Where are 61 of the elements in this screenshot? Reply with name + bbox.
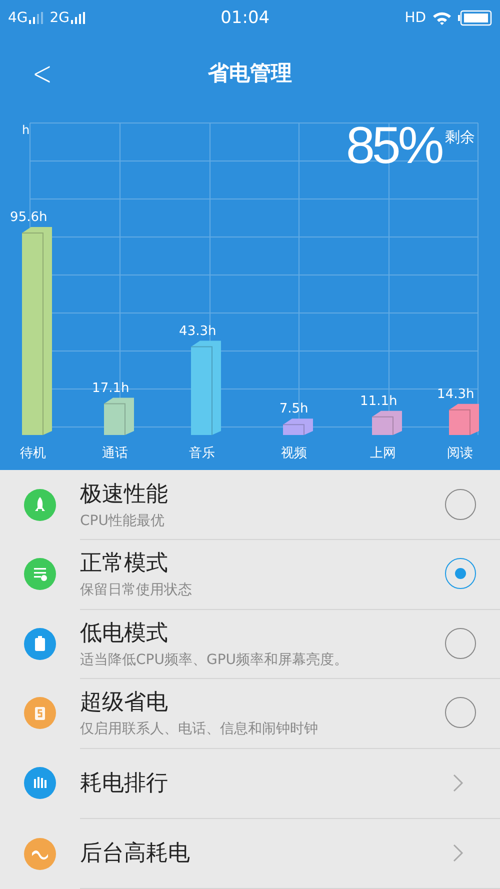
category-label: 上网 (370, 446, 396, 461)
bar-edge (282, 424, 304, 436)
option-title: 正常模式 (80, 550, 169, 578)
clock: 01:04 (220, 8, 271, 28)
option-row[interactable]: 极速性能 CPU性能最优 (0, 470, 500, 540)
category-label: 视频 (281, 446, 307, 461)
unit-label: h (208, 324, 216, 339)
checklist-icon (31, 565, 49, 584)
option-title: 极速性能 (80, 480, 169, 509)
bar-edge (104, 403, 126, 436)
option-title: 低电模式 (80, 620, 169, 648)
category-label: 待机 (20, 446, 46, 461)
data-label: 95.6 (10, 210, 39, 225)
battery-icon (458, 10, 492, 26)
option-description: 仅启用联系人、电话、信息和闹钟时钟 (80, 720, 319, 738)
category-label: 通话 (102, 446, 128, 461)
radio-button[interactable] (445, 628, 476, 659)
bar (283, 418, 313, 435)
option-row[interactable]: 耗电排行 (0, 748, 500, 818)
category-label: 音乐 (189, 446, 215, 461)
radio-button[interactable] (445, 697, 476, 728)
signal-icon (70, 12, 86, 24)
chevron-right-icon (452, 843, 464, 864)
unit-label: h (121, 380, 130, 396)
unit-label: h (466, 386, 474, 402)
signal-icon (28, 12, 44, 24)
hd-label: HD (404, 10, 426, 26)
network-label: 4G (8, 10, 28, 26)
bar (104, 398, 134, 435)
unit-label: h (39, 210, 48, 225)
wifi-icon (432, 11, 452, 25)
unit-label: h (300, 402, 308, 417)
data-label: 43.3 (179, 324, 208, 339)
battery-percent: 85% (346, 116, 442, 176)
option-description: CPU性能最优 (80, 512, 166, 530)
data-label: 17.1 (92, 380, 121, 396)
option-description: 适当降低CPU频率、GPU频率和屏幕亮度。 (80, 650, 350, 669)
option-title: 耗电排行 (80, 770, 169, 798)
option-title: 超级省电 (80, 689, 169, 718)
option-row[interactable]: 超级省电 仅启用联系人、电话、信息和闹钟时钟 (0, 678, 500, 748)
bar-edge (372, 416, 394, 436)
remaining-label: 剩余 (445, 128, 476, 147)
chevron-right-icon (452, 772, 464, 793)
network-label: 2G (50, 10, 70, 26)
option-row[interactable]: 后台高耗电 (0, 818, 500, 889)
data-label: 14.3 (437, 386, 466, 402)
unit-label: h (389, 394, 398, 409)
option-row[interactable]: 正常模式 保留日常使用状态 (0, 540, 500, 609)
option-row[interactable]: 低电模式 适当降低CPU频率、GPU频率和屏幕亮度。 (0, 609, 500, 678)
bar (449, 404, 479, 435)
category-label: 阅读 (447, 446, 473, 461)
radio-button[interactable] (445, 488, 476, 520)
option-title: 后台高耗电 (80, 840, 191, 868)
page-title: 省电管理 (208, 60, 292, 87)
data-label: 7.5 (279, 402, 300, 417)
bar-edge (448, 409, 470, 436)
option-description: 保留日常使用状态 (80, 581, 193, 600)
radio-button[interactable] (445, 558, 476, 590)
bar (372, 410, 402, 435)
data-label: 11.1 (360, 394, 389, 409)
unit-label: h (22, 123, 30, 137)
